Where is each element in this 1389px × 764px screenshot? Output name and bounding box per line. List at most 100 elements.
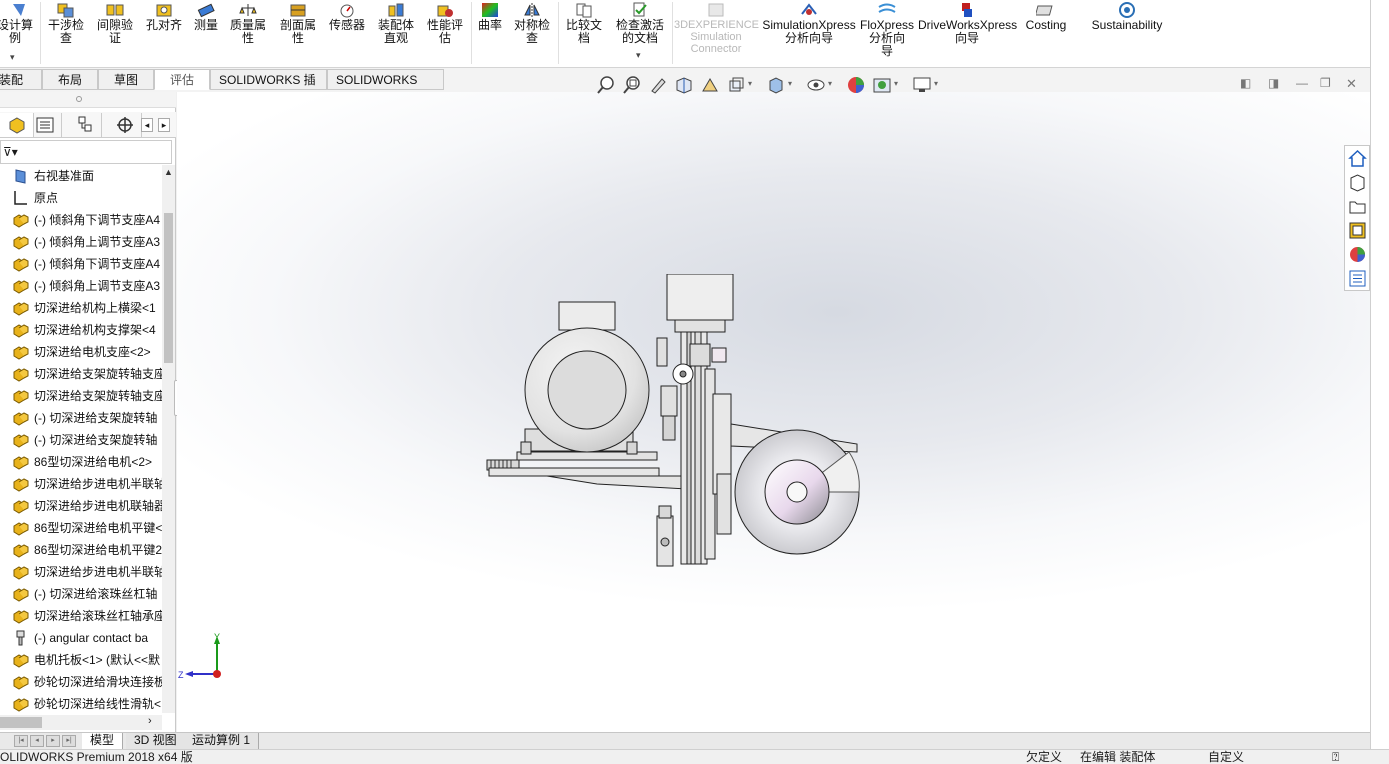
filter-icon[interactable]: ⊽▾ — [3, 145, 18, 159]
restore-icon[interactable]: ❐ — [1320, 76, 1331, 90]
tree-item[interactable]: 切深进给电机支座<2> — [0, 341, 162, 363]
display-style-icon[interactable] — [766, 75, 786, 95]
first-tab-icon[interactable]: |◂ — [14, 735, 28, 747]
tree-item[interactable]: 切深进给机构支撑架<4 — [0, 319, 162, 341]
scroll-up-icon[interactable]: ▲ — [164, 167, 173, 177]
view-settings-icon[interactable] — [912, 75, 932, 95]
tree-vertical-scrollbar[interactable]: ▲ — [162, 165, 175, 713]
next-tab-icon[interactable]: ▸ — [46, 735, 60, 747]
tree-item[interactable]: (-) 切深进给支架旋转轴 — [0, 429, 162, 451]
tile-left-icon[interactable]: ◧ — [1240, 76, 1251, 90]
custom-properties-icon[interactable] — [1348, 269, 1367, 288]
tab-assembly[interactable]: 装配体 — [0, 69, 42, 108]
tab-layout[interactable]: 布局 — [42, 69, 98, 90]
design-library-icon[interactable] — [1348, 173, 1367, 192]
tree-filter[interactable]: ⊽▾ — [0, 140, 172, 164]
view-palette-icon[interactable] — [1348, 221, 1367, 240]
performance-button[interactable]: 性能评 估 — [422, 0, 468, 66]
driveworks-button[interactable]: DriveWorksXpress 向导 — [918, 0, 1017, 66]
tree-item[interactable]: 切深进给支架旋转轴支座 — [0, 385, 162, 407]
zoom-area-icon[interactable] — [622, 75, 642, 95]
floxpress-button[interactable]: FloXpress 分析向 导 — [858, 0, 916, 66]
minimize-icon[interactable]: — — [1296, 76, 1308, 90]
tree-item[interactable]: 切深进给步进电机半联轴 — [0, 473, 162, 495]
tree-item[interactable]: (-) 切深进给支架旋转轴 — [0, 407, 162, 429]
appearances-icon[interactable] — [1348, 245, 1367, 264]
tree-item[interactable]: 86型切深进给电机平键< — [0, 517, 162, 539]
tab-sw-mbd[interactable]: SOLIDWORKS MBD — [327, 69, 444, 108]
hide-show-items-icon[interactable] — [806, 75, 826, 95]
tab-model[interactable]: 模型 — [82, 733, 124, 749]
zoom-to-fit-icon[interactable] — [596, 75, 616, 95]
simxpress-button[interactable]: SimulationXpress 分析向导 — [762, 0, 856, 66]
tab-config-manager[interactable] — [68, 113, 102, 137]
chevron-down-icon[interactable]: ▾ — [894, 79, 898, 88]
assembly-visual-button[interactable]: 装配体 直观 — [373, 0, 419, 66]
tree-item[interactable]: (-) 倾斜角下调节支座A4 — [0, 209, 162, 231]
scroll-right-icon[interactable]: › — [148, 715, 152, 727]
curvature-button[interactable]: 曲率 — [474, 0, 506, 66]
mass-props-button[interactable]: 质量属 性 — [226, 0, 270, 66]
tab-evaluate[interactable]: 评估 — [154, 69, 210, 90]
scroll-thumb[interactable] — [0, 717, 42, 728]
chevron-down-icon[interactable]: ▾ — [828, 79, 832, 88]
interference-button[interactable]: 干涉检 查 — [44, 0, 88, 66]
scroll-thumb[interactable] — [164, 213, 173, 363]
close-icon[interactable]: ✕ — [1346, 76, 1357, 92]
tree-item[interactable]: (-) angular contact ba — [0, 627, 162, 649]
tree-item[interactable]: 砂轮切深进给线性滑轨< — [0, 693, 162, 713]
hole-align-button[interactable]: 孔对齐 — [142, 0, 186, 66]
symmetry-button[interactable]: 对称检 查 — [510, 0, 554, 66]
tree-item[interactable]: (-) 切深进给滚珠丝杠轴 — [0, 583, 162, 605]
tree-item[interactable]: 电机托板<1> (默认<<默 — [0, 649, 162, 671]
apply-scene-icon[interactable] — [872, 75, 892, 95]
prev-tab-icon[interactable]: ◂ — [30, 735, 44, 747]
edit-appearance-icon[interactable] — [846, 75, 866, 95]
tree-item[interactable]: (-) 倾斜角上调节支座A3 — [0, 231, 162, 253]
tree-horizontal-scrollbar[interactable]: › — [0, 715, 162, 730]
tab-sketch[interactable]: 草图 — [98, 69, 154, 90]
tree-item[interactable]: 原点 — [0, 187, 162, 209]
clearance-button[interactable]: 间隙验 证 — [93, 0, 137, 66]
help-icon[interactable]: ⍰ — [1332, 750, 1339, 764]
tree-item[interactable]: 86型切深进给电机平键2 — [0, 539, 162, 561]
tab-dimxpert[interactable] — [108, 113, 142, 137]
tree-item[interactable]: 砂轮切深进给滑块连接板 — [0, 671, 162, 693]
view-orientation-icon[interactable] — [726, 75, 746, 95]
tree-item[interactable]: 切深进给滚珠丝杠轴承座 — [0, 605, 162, 627]
tab-3d-view[interactable]: 3D 视图 — [126, 733, 186, 749]
home-icon[interactable] — [1348, 149, 1367, 168]
chevron-down-icon[interactable]: ▾ — [934, 79, 938, 88]
chevron-down-icon[interactable]: ▾ — [10, 52, 15, 63]
tab-motion-study[interactable]: 运动算例 1 — [184, 733, 260, 749]
tree-item[interactable]: 切深进给步进电机半联轴 — [0, 561, 162, 583]
section-view-icon[interactable] — [674, 75, 694, 95]
panel-handle[interactable] — [0, 92, 176, 108]
tab-sw-addins[interactable]: SOLIDWORKS 插件 — [210, 69, 327, 108]
tree-item[interactable]: 右视基准面 — [0, 165, 162, 187]
chevron-down-icon[interactable]: ▾ — [788, 79, 792, 88]
tree-item[interactable]: 切深进给步进电机联轴器 — [0, 495, 162, 517]
tree-item[interactable]: (-) 倾斜角上调节支座A3 — [0, 275, 162, 297]
costing-button[interactable]: Costing — [1018, 0, 1074, 66]
chevron-down-icon[interactable]: ▾ — [636, 50, 641, 61]
sensor-button[interactable]: 传感器 — [324, 0, 370, 66]
assembly-model[interactable] — [477, 274, 867, 574]
tree-item[interactable]: 切深进给机构上横梁<1 — [0, 297, 162, 319]
chevron-left-icon[interactable]: ◂ — [141, 118, 153, 132]
tile-right-icon[interactable]: ◨ — [1268, 76, 1279, 90]
file-explorer-icon[interactable] — [1348, 197, 1367, 216]
compare-button[interactable]: 比较文 档 — [562, 0, 606, 66]
graphics-area[interactable]: Y Z — [177, 92, 1370, 732]
chevron-down-icon[interactable]: ▾ — [748, 79, 752, 88]
tree-item[interactable]: (-) 倾斜角下调节支座A4 — [0, 253, 162, 275]
dynamic-annotation-icon[interactable] — [700, 75, 720, 95]
tree-item[interactable]: 86型切深进给电机<2> — [0, 451, 162, 473]
tree-item[interactable]: 切深进给支架旋转轴支座 — [0, 363, 162, 385]
design-study-button[interactable]: 设计算 例 — [0, 0, 38, 66]
chevron-right-icon[interactable]: ▸ — [158, 118, 170, 132]
status-units[interactable]: 自定义 — [1208, 750, 1244, 764]
sustainability-button[interactable]: Sustainability — [1082, 0, 1172, 66]
previous-view-icon[interactable] — [648, 75, 668, 95]
last-tab-icon[interactable]: ▸| — [62, 735, 76, 747]
